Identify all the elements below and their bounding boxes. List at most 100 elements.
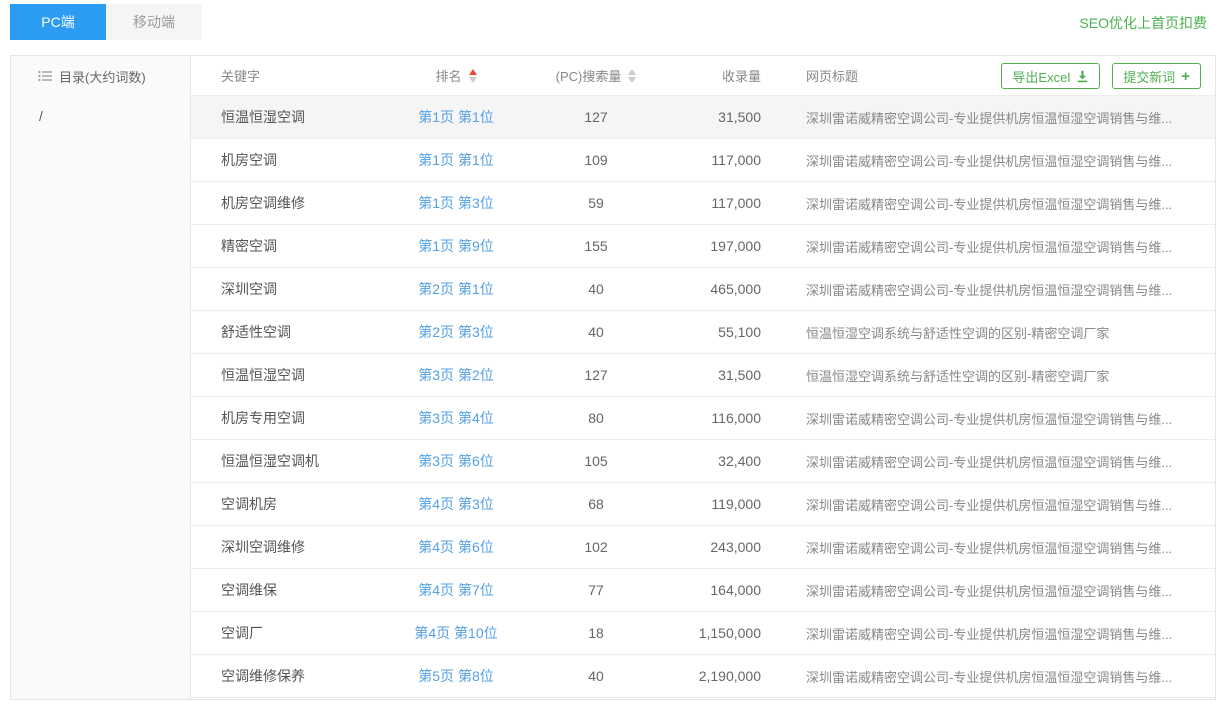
page-title-cell: 恒温恒湿空调系统与舒适性空调的区别-精密空调厂家 — [761, 366, 1215, 385]
search-volume-cell: 59 — [521, 195, 671, 211]
topbar: PC端 移动端 SEO优化上首页扣费 — [0, 0, 1227, 44]
export-excel-label: 导出Excel — [1012, 67, 1070, 86]
rank-cell: 第4页 第7位 — [391, 580, 521, 600]
rank-link[interactable]: 第4页 第7位 — [418, 582, 493, 598]
tab-pc[interactable]: PC端 — [10, 4, 106, 40]
header-buttons: 导出Excel 提交新词 + — [1001, 63, 1201, 89]
keyword-table: 关键字 排名 (PC)搜索量 收录量 网页标题 导出Excel — [191, 56, 1215, 699]
table-row: 空调维保 第4页 第7位 77 164,000 深圳雷诺威精密空调公司-专业提供… — [191, 569, 1215, 612]
keyword-cell: 恒温恒湿空调 — [191, 365, 391, 385]
table-body: 恒温恒湿空调 第1页 第1位 127 31,500 深圳雷诺威精密空调公司-专业… — [191, 96, 1215, 699]
sidebar-header: 目录(大约词数) — [11, 56, 190, 96]
rank-cell: 第2页 第3位 — [391, 322, 521, 342]
page-title-cell: 深圳雷诺威精密空调公司-专业提供机房恒温恒湿空调销售与维... — [761, 538, 1215, 557]
rank-link[interactable]: 第4页 第3位 — [418, 496, 493, 512]
index-count-cell: 119,000 — [671, 496, 761, 512]
submit-keyword-label: 提交新词 — [1123, 67, 1175, 86]
page-title-cell: 深圳雷诺威精密空调公司-专业提供机房恒温恒湿空调销售与维... — [761, 667, 1215, 686]
rank-link[interactable]: 第1页 第3位 — [418, 195, 493, 211]
table-row: 恒温恒湿空调机 第3页 第6位 105 32,400 深圳雷诺威精密空调公司-专… — [191, 440, 1215, 483]
index-count-cell: 55,100 — [671, 324, 761, 340]
column-header-rank: 排名 — [391, 66, 521, 85]
plus-icon: + — [1181, 69, 1190, 84]
sidebar-item-root[interactable]: / — [11, 96, 190, 128]
index-count-cell: 117,000 — [671, 152, 761, 168]
table-row: 空调厂 第4页 第10位 18 1,150,000 深圳雷诺威精密空调公司-专业… — [191, 612, 1215, 655]
table-row: 舒适性空调 第2页 第3位 40 55,100 恒温恒湿空调系统与舒适性空调的区… — [191, 311, 1215, 354]
keyword-cell: 空调厂 — [191, 623, 391, 643]
search-volume-cell: 105 — [521, 453, 671, 469]
page-title-cell: 深圳雷诺威精密空调公司-专业提供机房恒温恒湿空调销售与维... — [761, 495, 1215, 514]
sidebar-title: 目录(大约词数) — [59, 67, 146, 86]
download-icon — [1076, 70, 1089, 83]
page-title-cell: 深圳雷诺威精密空调公司-专业提供机房恒温恒湿空调销售与维... — [761, 108, 1215, 127]
table-row: 深圳空调 第2页 第1位 40 465,000 深圳雷诺威精密空调公司-专业提供… — [191, 268, 1215, 311]
keyword-cell: 深圳空调维修 — [191, 537, 391, 557]
column-header-index-count: 收录量 — [671, 66, 761, 85]
table-row: 空调机房 第4页 第3位 68 119,000 深圳雷诺威精密空调公司-专业提供… — [191, 483, 1215, 526]
rank-link[interactable]: 第2页 第3位 — [418, 324, 493, 340]
table-row: 深圳空调维修 第4页 第6位 102 243,000 深圳雷诺威精密空调公司-专… — [191, 526, 1215, 569]
rank-cell: 第4页 第10位 — [391, 623, 521, 643]
rank-link[interactable]: 第4页 第10位 — [414, 625, 497, 641]
rank-link[interactable]: 第4页 第6位 — [418, 539, 493, 555]
keyword-cell: 恒温恒湿空调机 — [191, 451, 391, 471]
list-icon — [38, 70, 52, 82]
rank-cell: 第5页 第8位 — [391, 666, 521, 686]
search-volume-cell: 80 — [521, 410, 671, 426]
rank-link[interactable]: 第5页 第8位 — [418, 668, 493, 684]
keyword-cell: 机房空调 — [191, 150, 391, 170]
page-title-cell: 深圳雷诺威精密空调公司-专业提供机房恒温恒湿空调销售与维... — [761, 452, 1215, 471]
submit-keyword-button[interactable]: 提交新词 + — [1112, 63, 1201, 89]
table-row: 机房空调维修 第1页 第3位 59 117,000 深圳雷诺威精密空调公司-专业… — [191, 182, 1215, 225]
rank-sort-icon[interactable] — [469, 69, 477, 83]
search-volume-cell: 18 — [521, 625, 671, 641]
page-title-cell: 深圳雷诺威精密空调公司-专业提供机房恒温恒湿空调销售与维... — [761, 581, 1215, 600]
rank-cell: 第3页 第6位 — [391, 451, 521, 471]
rank-header-label: 排名 — [435, 66, 461, 85]
table-row: 恒温恒湿空调 第3页 第2位 127 31,500 恒温恒湿空调系统与舒适性空调… — [191, 354, 1215, 397]
rank-cell: 第4页 第3位 — [391, 494, 521, 514]
sidebar: 目录(大约词数) / — [11, 56, 191, 699]
index-count-cell: 32,400 — [671, 453, 761, 469]
search-volume-cell: 40 — [521, 324, 671, 340]
index-count-cell: 1,150,000 — [671, 625, 761, 641]
rank-cell: 第1页 第3位 — [391, 193, 521, 213]
index-count-cell: 31,500 — [671, 367, 761, 383]
export-excel-button[interactable]: 导出Excel — [1001, 63, 1100, 89]
rank-link[interactable]: 第1页 第1位 — [418, 109, 493, 125]
rank-link[interactable]: 第2页 第1位 — [418, 281, 493, 297]
index-count-cell: 116,000 — [671, 410, 761, 426]
page-title-cell: 深圳雷诺威精密空调公司-专业提供机房恒温恒湿空调销售与维... — [761, 237, 1215, 256]
keyword-cell: 机房专用空调 — [191, 408, 391, 428]
search-volume-cell: 40 — [521, 668, 671, 684]
rank-link[interactable]: 第1页 第9位 — [418, 238, 493, 254]
rank-link[interactable]: 第1页 第1位 — [418, 152, 493, 168]
rank-link[interactable]: 第3页 第2位 — [418, 367, 493, 383]
column-header-keyword: 关键字 — [191, 66, 391, 85]
device-tabs: PC端 移动端 — [10, 4, 202, 40]
table-row: 机房空调 第1页 第1位 109 117,000 深圳雷诺威精密空调公司-专业提… — [191, 139, 1215, 182]
keyword-cell: 空调维保 — [191, 580, 391, 600]
search-volume-cell: 40 — [521, 281, 671, 297]
search-volume-cell: 102 — [521, 539, 671, 555]
search-header-label: (PC)搜索量 — [556, 66, 622, 85]
table-row: 空调维修保养 第5页 第8位 40 2,190,000 深圳雷诺威精密空调公司-… — [191, 655, 1215, 698]
rank-link[interactable]: 第3页 第4位 — [418, 410, 493, 426]
index-count-cell: 117,000 — [671, 195, 761, 211]
index-count-cell: 197,000 — [671, 238, 761, 254]
search-volume-cell: 68 — [521, 496, 671, 512]
tab-mobile[interactable]: 移动端 — [106, 4, 202, 40]
seo-fee-link[interactable]: SEO优化上首页扣费 — [1079, 13, 1207, 33]
rank-link[interactable]: 第3页 第6位 — [418, 453, 493, 469]
keyword-cell: 恒温恒湿空调 — [191, 107, 391, 127]
keyword-cell: 机房空调维修 — [191, 193, 391, 213]
rank-cell: 第3页 第4位 — [391, 408, 521, 428]
keyword-cell: 精密空调 — [191, 236, 391, 256]
page-title-cell: 深圳雷诺威精密空调公司-专业提供机房恒温恒湿空调销售与维... — [761, 151, 1215, 170]
rank-cell: 第1页 第1位 — [391, 107, 521, 127]
keyword-cell: 空调机房 — [191, 494, 391, 514]
page-title-cell: 深圳雷诺威精密空调公司-专业提供机房恒温恒湿空调销售与维... — [761, 280, 1215, 299]
page-title-cell: 深圳雷诺威精密空调公司-专业提供机房恒温恒湿空调销售与维... — [761, 624, 1215, 643]
search-sort-icon[interactable] — [628, 69, 636, 83]
